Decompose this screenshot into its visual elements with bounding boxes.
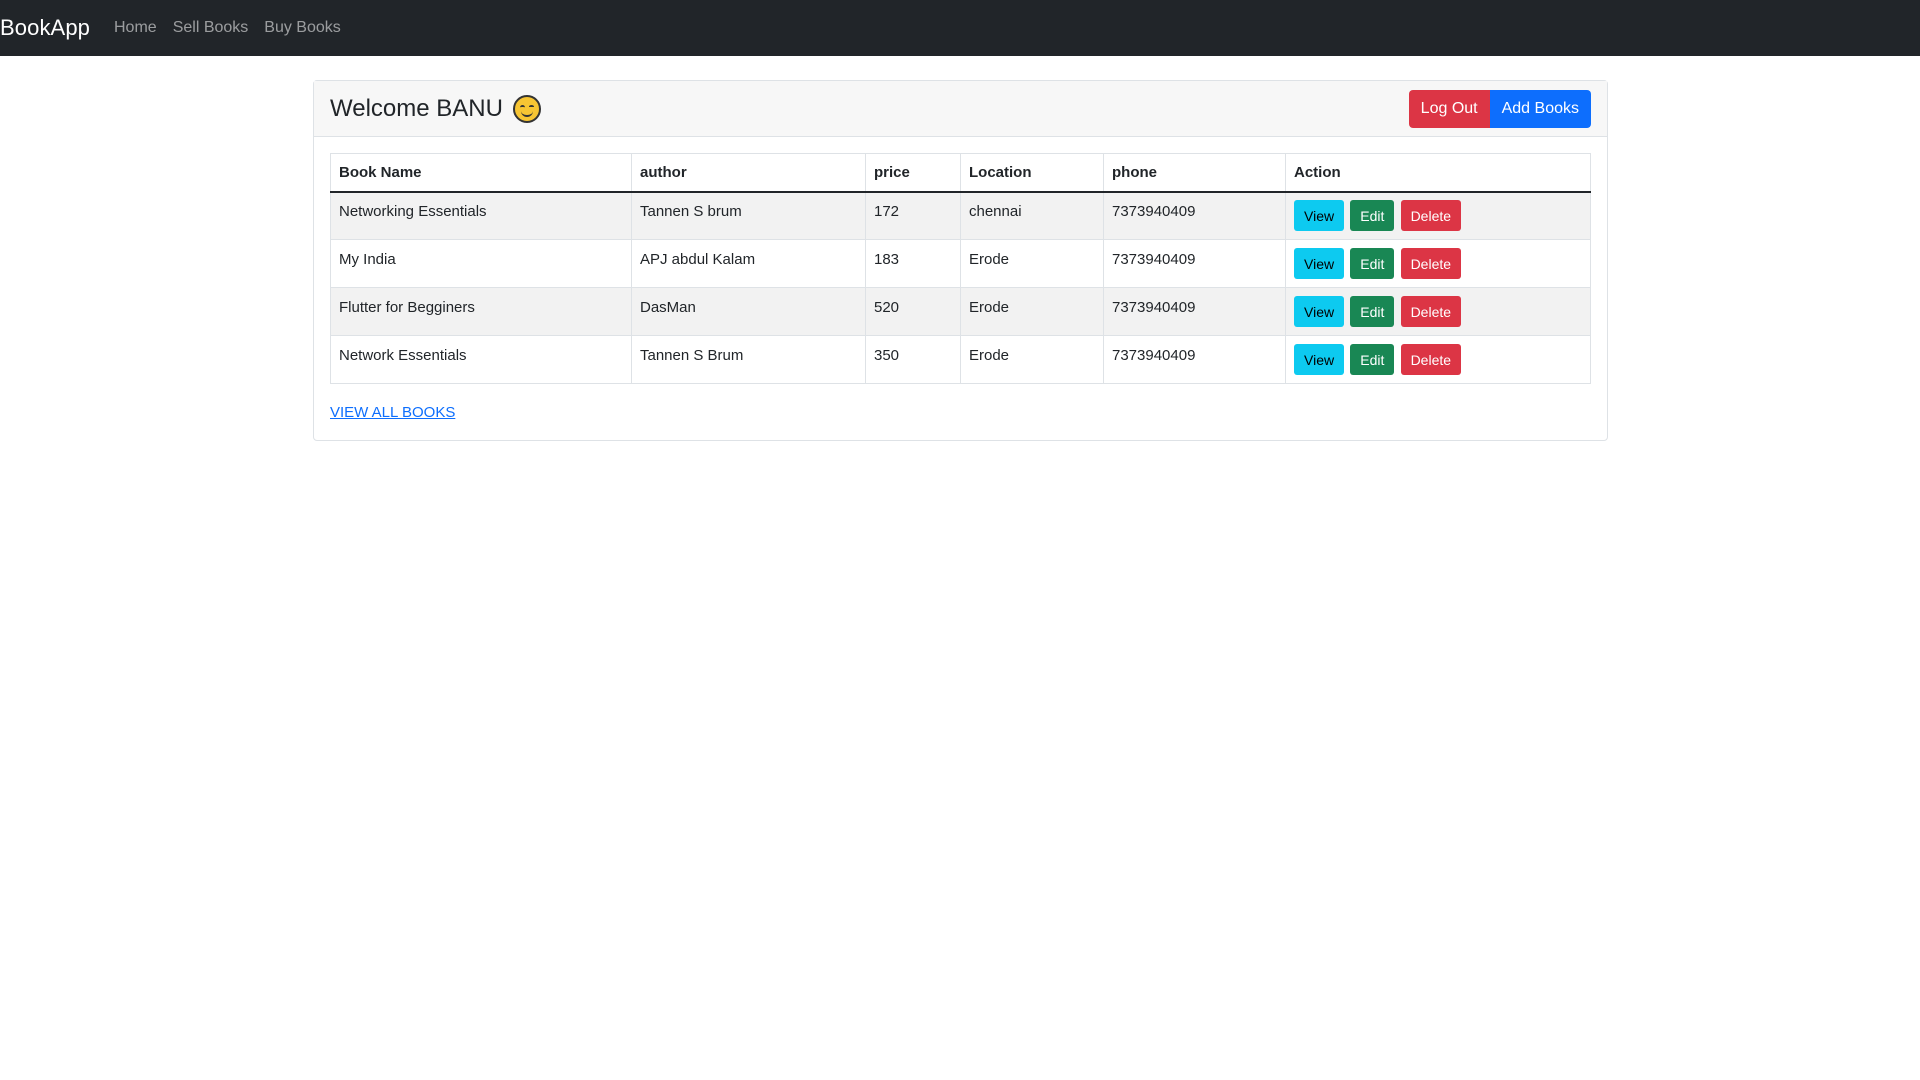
view-button[interactable]: View: [1294, 248, 1345, 279]
edit-button[interactable]: Edit: [1350, 344, 1395, 375]
cell-price: 520: [865, 287, 961, 336]
cell-price: 172: [865, 191, 961, 240]
cell-phone: 7373940409: [1103, 191, 1286, 240]
edit-button[interactable]: Edit: [1350, 296, 1395, 327]
brand-logo[interactable]: BookApp: [0, 15, 90, 41]
header-actions: Log Out Add Books: [1408, 89, 1591, 128]
cell-location: Erode: [960, 287, 1104, 336]
table-row: Network Essentials Tannen S Brum 350 Ero…: [330, 335, 1591, 384]
nav-link-sell-books[interactable]: Sell Books: [173, 19, 249, 37]
card-body: Book Name author price Location phone Ac…: [314, 137, 1607, 440]
delete-button[interactable]: Delete: [1400, 344, 1462, 375]
cell-actions: View Edit Delete: [1285, 335, 1591, 384]
cell-location: Erode: [960, 239, 1104, 288]
edit-button[interactable]: Edit: [1350, 248, 1395, 279]
view-all-books-link[interactable]: VIEW ALL BOOKS: [330, 404, 455, 421]
cell-location: Erode: [960, 335, 1104, 384]
column-header-author: author: [631, 153, 866, 193]
delete-button[interactable]: Delete: [1400, 296, 1462, 327]
cell-author: APJ abdul Kalam: [631, 239, 866, 288]
cell-book-name: Network Essentials: [330, 335, 632, 384]
add-books-button[interactable]: Add Books: [1489, 89, 1591, 128]
nav-link-home[interactable]: Home: [114, 19, 157, 37]
books-card: Welcome BANU Log Out Add Books Book Name…: [313, 80, 1608, 441]
welcome-text: Welcome BANU: [330, 94, 503, 122]
navbar: BookApp Home Sell Books Buy Books: [0, 0, 1920, 56]
cell-location: chennai: [960, 191, 1104, 240]
column-header-location: Location: [960, 153, 1104, 193]
cell-author: Tannen S brum: [631, 191, 866, 240]
table-row: Networking Essentials Tannen S brum 172 …: [330, 191, 1591, 240]
table-row: My India APJ abdul Kalam 183 Erode 73739…: [330, 239, 1591, 288]
cell-book-name: My India: [330, 239, 632, 288]
cell-actions: View Edit Delete: [1285, 191, 1591, 240]
cell-phone: 7373940409: [1103, 335, 1286, 384]
cell-author: Tannen S Brum: [631, 335, 866, 384]
card-header: Welcome BANU Log Out Add Books: [314, 81, 1607, 137]
cell-actions: View Edit Delete: [1285, 239, 1591, 288]
view-button[interactable]: View: [1294, 344, 1345, 375]
table-row: Flutter for Begginers DasMan 520 Erode 7…: [330, 287, 1591, 336]
cell-price: 350: [865, 335, 961, 384]
table-header-row: Book Name author price Location phone Ac…: [330, 153, 1591, 193]
column-header-action: Action: [1285, 153, 1591, 193]
smiling-face-icon: [512, 94, 541, 123]
column-header-book-name: Book Name: [330, 153, 632, 193]
cell-author: DasMan: [631, 287, 866, 336]
books-table: Book Name author price Location phone Ac…: [330, 153, 1591, 384]
edit-button[interactable]: Edit: [1350, 200, 1395, 232]
view-button[interactable]: View: [1294, 296, 1345, 327]
cell-book-name: Networking Essentials: [330, 191, 632, 240]
delete-button[interactable]: Delete: [1400, 200, 1462, 232]
column-header-phone: phone: [1103, 153, 1286, 193]
view-button[interactable]: View: [1294, 200, 1345, 232]
nav-link-buy-books[interactable]: Buy Books: [264, 19, 340, 37]
cell-actions: View Edit Delete: [1285, 287, 1591, 336]
cell-phone: 7373940409: [1103, 239, 1286, 288]
cell-book-name: Flutter for Begginers: [330, 287, 632, 336]
cell-price: 183: [865, 239, 961, 288]
column-header-price: price: [865, 153, 961, 193]
welcome-heading: Welcome BANU: [330, 94, 541, 123]
logout-button[interactable]: Log Out: [1408, 89, 1490, 128]
cell-phone: 7373940409: [1103, 287, 1286, 336]
delete-button[interactable]: Delete: [1400, 248, 1462, 279]
